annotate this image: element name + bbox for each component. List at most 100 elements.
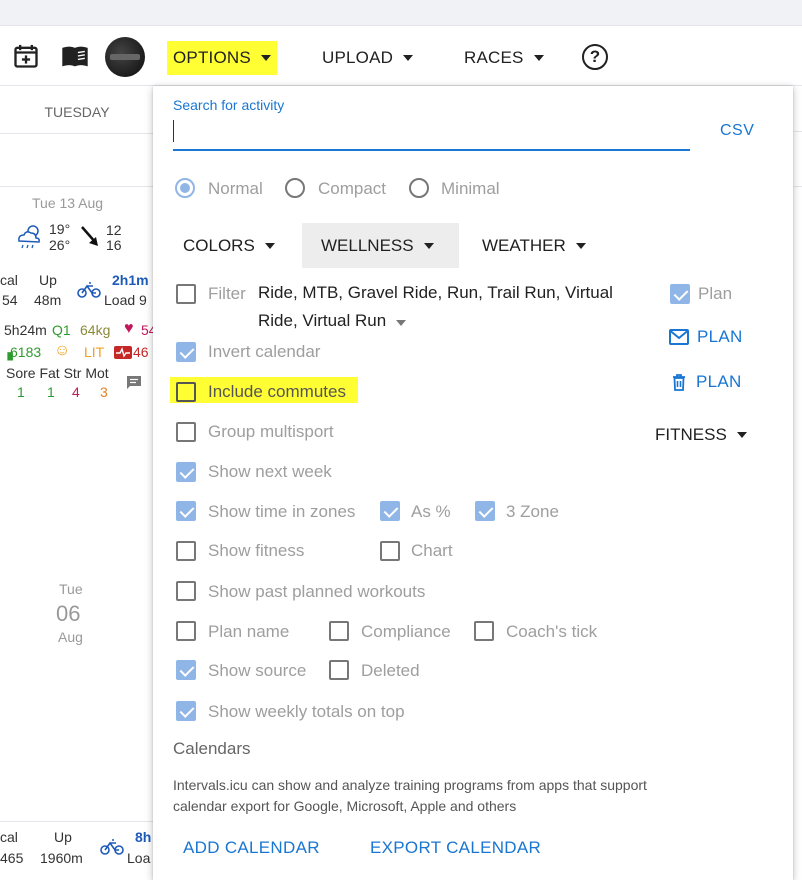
include-commutes-label: Include commutes — [208, 382, 346, 401]
weight-value: 64kg — [80, 322, 111, 338]
chevron-down-icon — [260, 55, 271, 61]
weather-label: WEATHER — [482, 235, 566, 255]
stress-value: 4 — [72, 384, 80, 400]
wellness-menu[interactable]: WELLNESS — [302, 223, 459, 268]
plan-name-label: Plan name — [208, 622, 290, 641]
show-time-in-zones-checkbox[interactable] — [176, 501, 196, 521]
fatigue-value: 1 — [47, 384, 55, 400]
radio-normal[interactable] — [175, 178, 195, 198]
activity-time: 2h1m — [112, 272, 149, 288]
export-calendar-button[interactable]: EXPORT CALENDAR — [370, 838, 541, 858]
calendars-description: Intervals.icu can show and analyze train… — [173, 777, 647, 814]
races-menu-button[interactable]: RACES — [464, 41, 544, 75]
climb-value: 48m — [34, 292, 62, 308]
three-zone-label: 3 Zone — [506, 502, 559, 521]
week2-month: Aug — [58, 629, 83, 645]
chart-label: Chart — [411, 541, 453, 560]
email-plan-label: PLAN — [697, 327, 743, 346]
delete-plan-label: PLAN — [696, 372, 742, 391]
as-percent-checkbox[interactable] — [380, 501, 400, 521]
fitness-menu[interactable]: FITNESS — [645, 412, 757, 457]
kcal-value: 465 — [0, 850, 24, 866]
radio-minimal-label: Minimal — [441, 179, 500, 198]
weekly-totals-top-checkbox[interactable] — [176, 701, 196, 721]
radio-compact[interactable] — [285, 178, 305, 198]
deleted-checkbox[interactable] — [329, 660, 349, 680]
activity-time: 8h — [135, 829, 152, 845]
show-source-label: Show source — [208, 661, 307, 680]
wellness-labels: Sore Fat Str Mot — [6, 365, 109, 381]
chevron-down-icon — [736, 431, 747, 438]
kcal-value: 54 — [2, 292, 18, 308]
climb-label: Up — [39, 272, 57, 288]
sleep-value: 5h24m — [4, 322, 47, 338]
kcal-label: cal — [0, 829, 18, 845]
text-cursor — [173, 120, 174, 142]
radio-normal-label: Normal — [208, 179, 263, 198]
group-multisport-label: Group multisport — [208, 422, 334, 441]
chevron-down-icon — [403, 55, 414, 61]
chevron-down-icon — [423, 242, 434, 249]
soreness-value: 1 — [17, 384, 25, 400]
races-label: RACES — [464, 48, 524, 67]
deleted-label: Deleted — [361, 661, 420, 680]
add-calendar-button[interactable]: ADD CALENDAR — [183, 838, 320, 858]
colors-menu[interactable]: COLORS — [173, 223, 285, 268]
show-next-week-label: Show next week — [208, 462, 332, 481]
chevron-down-icon — [575, 242, 586, 249]
options-label: OPTIONS — [173, 48, 251, 67]
three-zone-checkbox[interactable] — [475, 501, 495, 521]
show-fitness-label: Show fitness — [208, 541, 305, 560]
upload-menu-button[interactable]: UPLOAD — [322, 41, 414, 75]
wind-arrow-icon — [81, 226, 98, 246]
compliance-checkbox[interactable] — [329, 621, 349, 641]
divider — [794, 131, 802, 132]
email-plan-button[interactable]: PLAN — [669, 327, 743, 347]
comment-icon[interactable] — [126, 375, 142, 390]
week1-date: Tue 13 Aug — [32, 195, 104, 211]
weather-menu[interactable]: WEATHER — [472, 223, 596, 268]
show-source-checkbox[interactable] — [176, 660, 196, 680]
weather-cloud-sun-icon — [18, 225, 40, 249]
show-next-week-checkbox[interactable] — [176, 462, 196, 482]
divider — [0, 821, 154, 822]
search-input[interactable] — [173, 119, 690, 151]
show-time-in-zones-label: Show time in zones — [208, 502, 356, 521]
climb-value: 1960m — [40, 850, 83, 866]
csv-button[interactable]: CSV — [720, 122, 754, 140]
plan-checkbox[interactable] — [670, 284, 690, 304]
fitness-label: FITNESS — [655, 424, 727, 444]
avatar[interactable] — [105, 37, 145, 77]
motivation-value: 3 — [100, 384, 108, 400]
calendar-add-icon[interactable] — [12, 42, 40, 70]
options-popup: Search for activity CSV Normal Compact M… — [153, 86, 793, 880]
sleep-quality: Q1 — [52, 322, 71, 338]
show-past-planned-checkbox[interactable] — [176, 581, 196, 601]
book-icon[interactable] — [60, 42, 90, 70]
compliance-label: Compliance — [361, 622, 451, 641]
include-commutes-checkbox[interactable] — [176, 382, 196, 402]
browser-top-strip — [0, 0, 802, 26]
coach-tick-checkbox[interactable] — [474, 621, 494, 641]
divider — [0, 186, 154, 187]
options-menu-button[interactable]: OPTIONS — [167, 41, 277, 75]
weekly-totals-top-label: Show weekly totals on top — [208, 702, 405, 721]
wind-value-a: 12 — [106, 222, 122, 238]
chevron-down-icon — [264, 242, 275, 249]
email-icon — [669, 329, 689, 345]
bike-icon — [77, 282, 101, 298]
filter-select[interactable]: Ride, MTB, Gravel Ride, Run, Trail Run, … — [258, 279, 633, 335]
delete-plan-button[interactable]: PLAN — [670, 372, 742, 392]
hrv-value: 46 — [133, 344, 149, 360]
filter-value: Ride, MTB, Gravel Ride, Run, Trail Run, … — [258, 283, 613, 330]
chart-checkbox[interactable] — [380, 541, 400, 561]
week2-day: Tue — [59, 581, 83, 597]
group-multisport-checkbox[interactable] — [176, 422, 196, 442]
help-icon[interactable]: ? — [582, 44, 608, 70]
filter-checkbox[interactable] — [176, 284, 196, 304]
show-fitness-checkbox[interactable] — [176, 541, 196, 561]
invert-calendar-checkbox[interactable] — [176, 342, 196, 362]
plan-name-checkbox[interactable] — [176, 621, 196, 641]
radio-minimal[interactable] — [409, 178, 429, 198]
kcal-label: cal — [0, 272, 18, 288]
